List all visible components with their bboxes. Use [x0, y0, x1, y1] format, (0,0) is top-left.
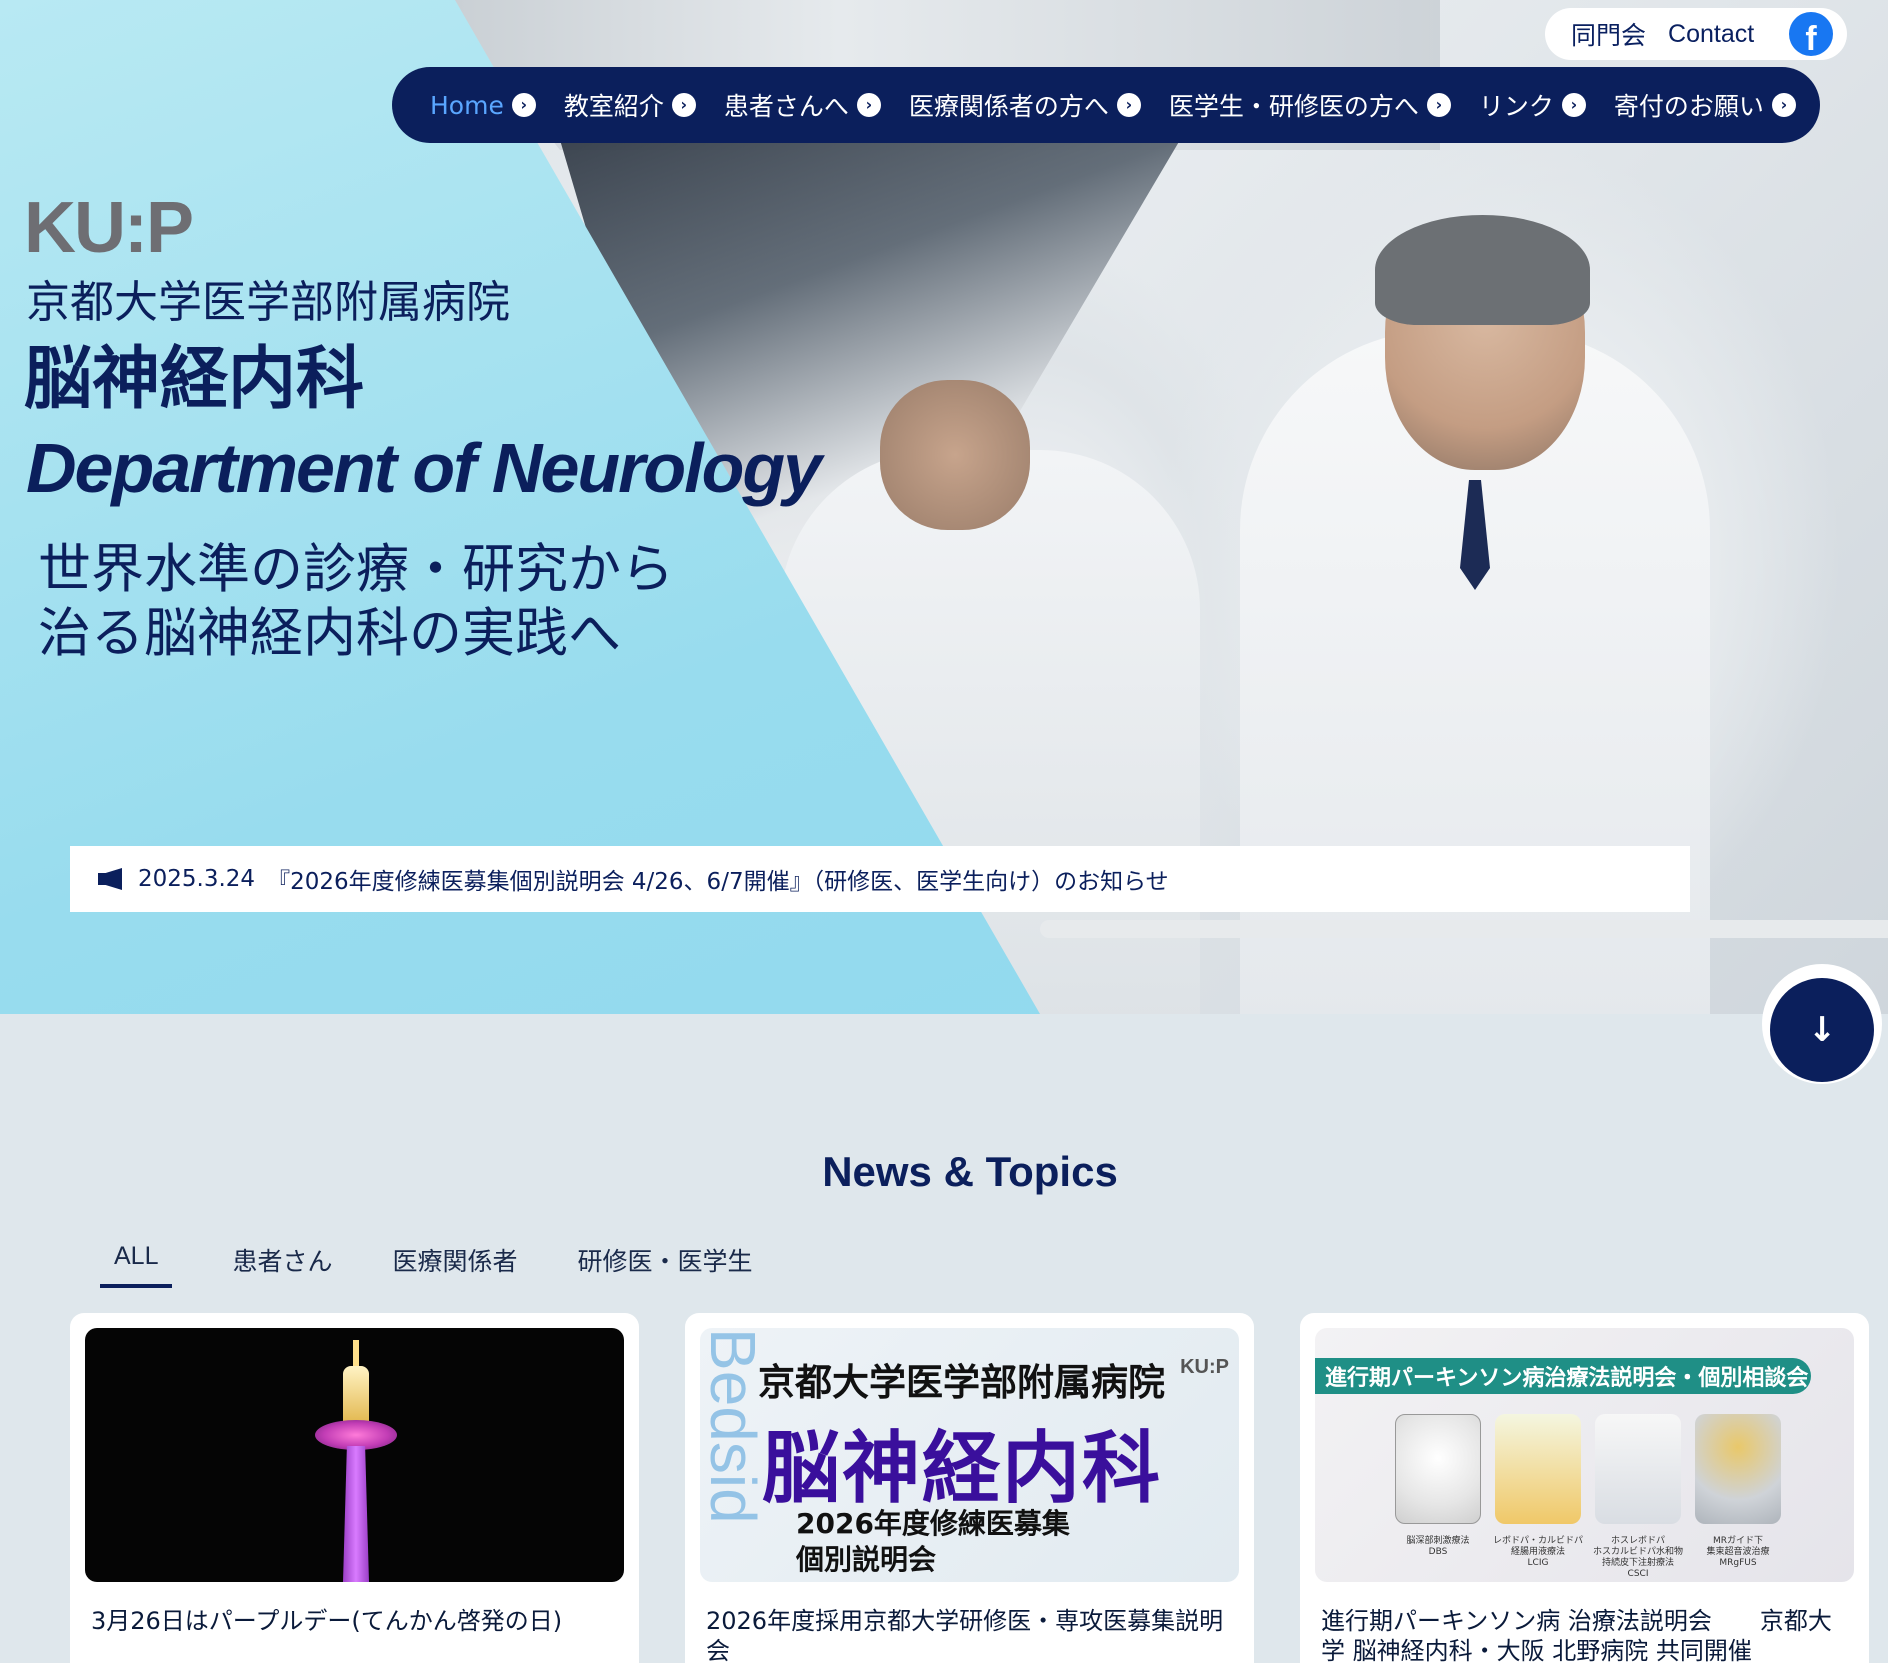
tab-all[interactable]: ALL	[100, 1242, 173, 1288]
hero-tagline-line1: 世界水準の診療・研究から	[38, 539, 674, 600]
poster-recruit: 2026年度修練医募集	[796, 1507, 1070, 1540]
nav-item-label: Home	[430, 90, 504, 120]
top-links: 同門会 Contact f	[1545, 8, 1847, 60]
treatment-label: レボドパ・カルビドパ 経腸用液療法 LCIG	[1492, 1536, 1583, 1568]
news-filter-tabs: ALL 患者さん 医療関係者 研修医・医学生	[100, 1242, 813, 1288]
treatment-label: 脳深部刺激療法 DBS	[1406, 1536, 1470, 1557]
nav-item-donation[interactable]: 寄付のお願い ›	[1614, 87, 1796, 123]
nav-item-label: 医療関係者の方へ	[908, 92, 1109, 121]
chevron-right-icon: ›	[1561, 93, 1586, 117]
tab-medical-professionals[interactable]: 医療関係者	[393, 1242, 518, 1288]
subcutaneous-pump-figure	[1595, 1414, 1681, 1524]
nav-item-home[interactable]: Home ›	[430, 91, 536, 120]
announcement-text[interactable]: 『2026年度修練医募集個別説明会 4/26、6/7開催』（研修医、医学生向け）…	[267, 862, 1169, 896]
megaphone-icon	[98, 868, 126, 890]
hero-photo-bedrail	[1040, 920, 1888, 938]
mri-ultrasound-figure	[1695, 1414, 1781, 1524]
nav-item-about[interactable]: 教室紹介 ›	[564, 87, 696, 123]
nav-item-students-residents[interactable]: 医学生・研修医の方へ ›	[1169, 87, 1451, 123]
hero-photo-doctor-right-hair	[1375, 215, 1590, 325]
alumni-link[interactable]: 同門会	[1571, 16, 1646, 52]
brain-stimulation-figure	[1395, 1414, 1481, 1524]
nav-item-label: 寄付のお願い	[1613, 92, 1764, 121]
announcement-date: 2025.3.24	[138, 866, 256, 892]
nav-item-medical-professionals[interactable]: 医療関係者の方へ ›	[909, 87, 1141, 123]
poster-session: 個別説明会	[796, 1543, 937, 1576]
poster-logo: KU:P	[1180, 1356, 1229, 1378]
intestinal-figure	[1495, 1414, 1581, 1524]
nav-item-label: 教室紹介	[563, 92, 664, 121]
news-card-title: 3月26日はパープルデー(てんかん啓発の日)	[91, 1607, 563, 1635]
treatment-label: ホスレボドパ ホスカルビドパ水和物 持続皮下注射療法 CSCI	[1592, 1536, 1683, 1579]
chevron-right-icon: ›	[671, 93, 696, 117]
hero-tagline: 世界水準の診療・研究から 治る脳神経内科の実践へ	[38, 538, 674, 666]
news-card-image	[85, 1328, 624, 1582]
chevron-right-icon: ›	[856, 93, 881, 117]
chevron-right-icon: ›	[1426, 93, 1451, 117]
news-card[interactable]: 3月26日はパープルデー(てんかん啓発の日)	[70, 1313, 639, 1663]
chevron-right-icon: ›	[511, 93, 536, 117]
news-card-image: 進行期パーキンソン病治療法説明会・個別相談会 脳深部刺激療法 DBS レボドパ・…	[1315, 1328, 1854, 1582]
scroll-down-button[interactable]: ↓	[1770, 978, 1874, 1082]
hero: KU:P 京都大学医学部附属病院 脳神経内科 Department of Neu…	[0, 0, 1888, 1014]
news-card-image: Bedsid 京都大学医学部附属病院 KU:P 脳神経内科 2026年度修練医募…	[700, 1328, 1239, 1582]
chevron-right-icon: ›	[1116, 93, 1141, 117]
nav-item-links[interactable]: リンク ›	[1479, 87, 1586, 123]
treatment-label: MRガイド下 集束超音波治療 MRgFUS	[1706, 1536, 1770, 1568]
news-card[interactable]: Bedsid 京都大学医学部附属病院 KU:P 脳神経内科 2026年度修練医募…	[685, 1313, 1254, 1663]
parkinson-banner: 進行期パーキンソン病治療法説明会・個別相談会	[1315, 1358, 1811, 1394]
hero-tagline-line2: 治る脳神経内科の実践へ	[38, 603, 621, 664]
department-title-en: Department of Neurology	[26, 429, 822, 507]
nav-item-label: 患者さんへ	[723, 92, 849, 121]
kuhp-logo: KU:P	[24, 188, 194, 268]
hospital-name: 京都大学医学部附属病院	[26, 277, 510, 328]
contact-link[interactable]: Contact	[1668, 20, 1754, 49]
main-nav: Home › 教室紹介 › 患者さんへ › 医療関係者の方へ › 医学生・研修医…	[392, 67, 1820, 143]
news-section-title: News & Topics	[822, 1148, 1118, 1195]
announcement-bar[interactable]: 2025.3.24 『2026年度修練医募集個別説明会 4/26、6/7開催』（…	[70, 846, 1690, 912]
arrow-down-icon: ↓	[1807, 1010, 1837, 1050]
facebook-icon[interactable]: f	[1789, 12, 1833, 56]
news-card-title: 2026年度採用京都大学研修医・専攻医募集説明会	[706, 1607, 1224, 1663]
news-card-title: 進行期パーキンソン病 治療法説明会 京都大学 脳神経内科・大阪 北野病院 共同開…	[1321, 1607, 1832, 1663]
news-cards: 3月26日はパープルデー(てんかん啓発の日) Bedsid 京都大学医学部附属病…	[70, 1313, 1869, 1663]
nav-item-label: リンク	[1478, 92, 1554, 121]
chevron-right-icon: ›	[1771, 93, 1796, 117]
tab-patients[interactable]: 患者さん	[232, 1242, 332, 1288]
poster-hospital: 京都大学医学部附属病院	[758, 1361, 1165, 1404]
department-title-jp: 脳神経内科	[24, 340, 365, 419]
nav-item-label: 医学生・研修医の方へ	[1168, 92, 1419, 121]
nav-item-patients[interactable]: 患者さんへ ›	[724, 87, 881, 123]
tab-residents-students[interactable]: 研修医・医学生	[578, 1242, 753, 1288]
hero-photo-doctor-left-head	[880, 380, 1030, 530]
news-card[interactable]: 進行期パーキンソン病治療法説明会・個別相談会 脳深部刺激療法 DBS レボドパ・…	[1300, 1313, 1869, 1663]
